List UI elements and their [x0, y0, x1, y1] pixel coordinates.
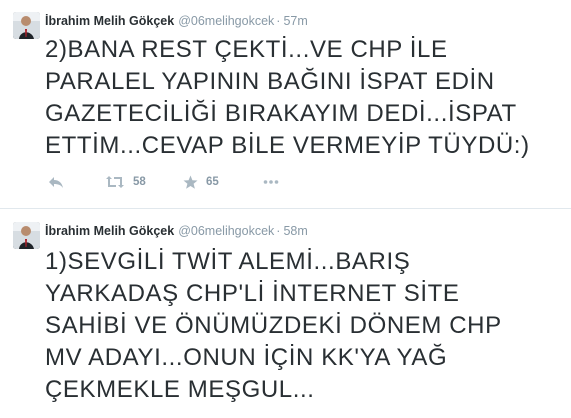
username[interactable]: @06melihgokcek	[178, 224, 274, 238]
tweet-text: 1)SEVGİLİ TWİT ALEMİ...BARIŞ YARKADAŞ CH…	[45, 248, 502, 403]
separator: ·	[276, 224, 281, 238]
timestamp[interactable]: 58m	[283, 224, 307, 238]
tweet[interactable]: İbrahim Melih Gökçek @06melihgokcek · 58m 1…	[0, 210, 571, 418]
username[interactable]: @06melihgokcek	[178, 14, 274, 28]
favorite-count: 65	[206, 176, 219, 188]
avatar[interactable]	[13, 222, 40, 249]
retweet-count: 58	[133, 176, 146, 188]
tweet-header: İbrahim Melih Gökçek @06melihgokcek · 58m	[45, 223, 308, 239]
tweet-text: 2)BANA REST ÇEKTİ...VE CHP İLE PARALEL Y…	[45, 36, 530, 159]
retweet-icon	[105, 175, 125, 189]
fullname[interactable]: İbrahim Melih Gökçek	[45, 224, 174, 238]
fullname[interactable]: İbrahim Melih Gökçek	[45, 14, 174, 28]
tweet-actions: 58 65	[45, 172, 565, 192]
star-icon	[183, 175, 198, 190]
separator: ·	[276, 14, 281, 28]
more-button[interactable]	[263, 172, 279, 192]
tweet-header: İbrahim Melih Gökçek @06melihgokcek · 57m	[45, 13, 308, 29]
divider	[0, 208, 571, 209]
reply-icon	[48, 175, 64, 189]
retweet-button[interactable]: 58	[105, 172, 146, 192]
more-icon	[263, 179, 279, 185]
reply-button[interactable]	[48, 172, 64, 192]
tweet[interactable]: İbrahim Melih Gökçek @06melihgokcek · 57m 2…	[0, 0, 571, 209]
timestamp[interactable]: 57m	[283, 14, 307, 28]
favorite-button[interactable]: 65	[183, 172, 219, 192]
avatar[interactable]	[13, 12, 40, 39]
